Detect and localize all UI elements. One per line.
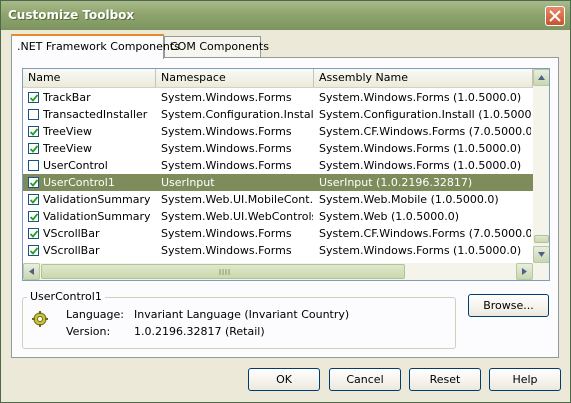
checkmark-icon	[30, 247, 38, 255]
cell-name: TreeView	[43, 125, 93, 138]
column-header-name[interactable]: Name	[23, 69, 156, 87]
cell-name: ValidationSummary	[43, 193, 151, 206]
arrow-right-icon	[522, 268, 527, 275]
gear-component-icon	[32, 311, 48, 327]
components-list[interactable]: Name Namespace Assembly Name TrackBar Sys…	[22, 68, 550, 281]
table-row[interactable]: UserControl1 UserInput UserInput (1.0.2196…	[23, 174, 533, 191]
table-row[interactable]: ValidationSummary System.Web.UI.MobileCon…	[23, 191, 533, 208]
cell-name: TreeView	[43, 142, 93, 155]
checked-checkbox[interactable]	[28, 177, 39, 188]
checkmark-icon	[30, 230, 38, 238]
scroll-up-button[interactable]	[533, 69, 549, 86]
unchecked-checkbox[interactable]	[28, 160, 39, 171]
table-row[interactable]: TreeView System.Windows.Forms System.CF.Wi…	[23, 123, 533, 140]
checked-checkbox[interactable]	[28, 126, 39, 137]
table-row[interactable]: VScrollBar System.Windows.Forms System.CF.…	[23, 225, 533, 242]
table-row[interactable]: UserControl System.Windows.Forms System.Wi…	[23, 157, 533, 174]
cell-assembly-name: System.Configuration.Install (1.0.5000..…	[319, 108, 531, 121]
table-row[interactable]: TransactedInstaller System.Configuration.…	[23, 106, 533, 123]
cell-name: UserControl	[43, 159, 108, 172]
checked-checkbox[interactable]	[28, 245, 39, 256]
checked-checkbox[interactable]	[28, 143, 39, 154]
column-header-namespace[interactable]: Namespace	[156, 69, 314, 87]
cell-assembly-name: System.Windows.Forms (1.0.5000.0)	[319, 91, 522, 104]
cell-assembly-name: System.Windows.Forms (1.0.5000.0)	[319, 244, 522, 257]
checkmark-icon	[30, 128, 38, 136]
checkmark-icon	[30, 196, 38, 204]
reset-button[interactable]: Reset	[409, 368, 481, 391]
cell-assembly-name: UserInput (1.0.2196.32817)	[319, 176, 473, 189]
ok-button[interactable]: OK	[248, 368, 320, 391]
cell-namespace: UserInput	[161, 176, 215, 189]
grip-icon	[219, 269, 230, 275]
checkmark-icon	[30, 94, 38, 102]
horizontal-scrollbar[interactable]	[23, 263, 533, 280]
cell-namespace: System.Windows.Forms	[161, 227, 292, 240]
help-button[interactable]: Help	[489, 368, 561, 391]
cell-namespace: System.Web.UI.MobileCont...	[161, 193, 313, 206]
cell-namespace: System.Configuration.Install	[161, 108, 313, 121]
column-header-assembly-name[interactable]: Assembly Name	[314, 69, 533, 87]
cell-namespace: System.Windows.Forms	[161, 125, 292, 138]
cell-assembly-name: System.Windows.Forms (1.0.5000.0)	[319, 142, 522, 155]
language-label: Language:	[66, 308, 124, 321]
checkmark-icon	[30, 179, 38, 187]
checkmark-icon	[30, 213, 38, 221]
version-value: 1.0.2196.32817 (Retail)	[134, 325, 265, 338]
checked-checkbox[interactable]	[28, 194, 39, 205]
table-row[interactable]: TrackBar System.Windows.Forms System.Windo…	[23, 89, 533, 106]
version-label: Version:	[66, 325, 111, 338]
horizontal-scroll-thumb[interactable]	[41, 264, 405, 279]
checked-checkbox[interactable]	[28, 92, 39, 103]
arrow-up-icon	[538, 75, 545, 80]
component-details-group	[22, 297, 456, 349]
cell-assembly-name: System.Web.Mobile (1.0.5000.0)	[319, 193, 499, 206]
cell-namespace: System.Web.UI.WebControls	[161, 210, 313, 223]
details-title: UserControl1	[27, 290, 105, 303]
cell-namespace: System.Windows.Forms	[161, 159, 292, 172]
cell-assembly-name: System.Web (1.0.5000.0)	[319, 210, 460, 223]
list-header: Name Namespace Assembly Name	[23, 69, 533, 88]
window-title: Customize Toolbox	[8, 8, 135, 22]
table-row[interactable]: VScrollBar System.Windows.Forms System.Win…	[23, 242, 533, 259]
cell-assembly-name: System.Windows.Forms (1.0.5000.0)	[319, 159, 522, 172]
language-value: Invariant Language (Invariant Country)	[134, 308, 350, 321]
arrow-down-icon	[538, 252, 545, 257]
arrow-left-icon	[29, 268, 34, 275]
cell-namespace: System.Windows.Forms	[161, 91, 292, 104]
close-icon	[549, 10, 561, 22]
cell-assembly-name: System.CF.Windows.Forms (7.0.5000.0)	[319, 125, 531, 138]
table-row[interactable]: ValidationSummary System.Web.UI.WebContro…	[23, 208, 533, 225]
cell-name: VScrollBar	[43, 227, 100, 240]
vertical-scrollbar[interactable]	[533, 69, 549, 280]
close-button[interactable]	[545, 6, 565, 26]
vertical-scroll-thumb[interactable]	[534, 235, 549, 243]
cell-name: TrackBar	[43, 91, 91, 104]
cell-assembly-name: System.CF.Windows.Forms (7.0.5000.0)	[319, 227, 531, 240]
cell-name: UserControl1	[43, 176, 115, 189]
tab-net-framework-components[interactable]: .NET Framework Components	[11, 34, 180, 59]
browse-button[interactable]: Browse...	[468, 294, 549, 317]
checkmark-icon	[30, 145, 38, 153]
cancel-button[interactable]: Cancel	[329, 368, 401, 391]
unchecked-checkbox[interactable]	[28, 109, 39, 120]
cell-name: TransactedInstaller	[43, 108, 148, 121]
title-bar[interactable]: Customize Toolbox	[1, 1, 570, 30]
cell-namespace: System.Windows.Forms	[161, 244, 292, 257]
scroll-right-button[interactable]	[516, 263, 533, 280]
checked-checkbox[interactable]	[28, 211, 39, 222]
cell-namespace: System.Windows.Forms	[161, 142, 292, 155]
checked-checkbox[interactable]	[28, 228, 39, 239]
cell-name: VScrollBar	[43, 244, 100, 257]
cell-name: ValidationSummary	[43, 210, 151, 223]
scroll-left-button[interactable]	[23, 263, 40, 280]
table-row[interactable]: TreeView System.Windows.Forms System.Windo…	[23, 140, 533, 157]
scroll-down-button[interactable]	[533, 246, 549, 263]
